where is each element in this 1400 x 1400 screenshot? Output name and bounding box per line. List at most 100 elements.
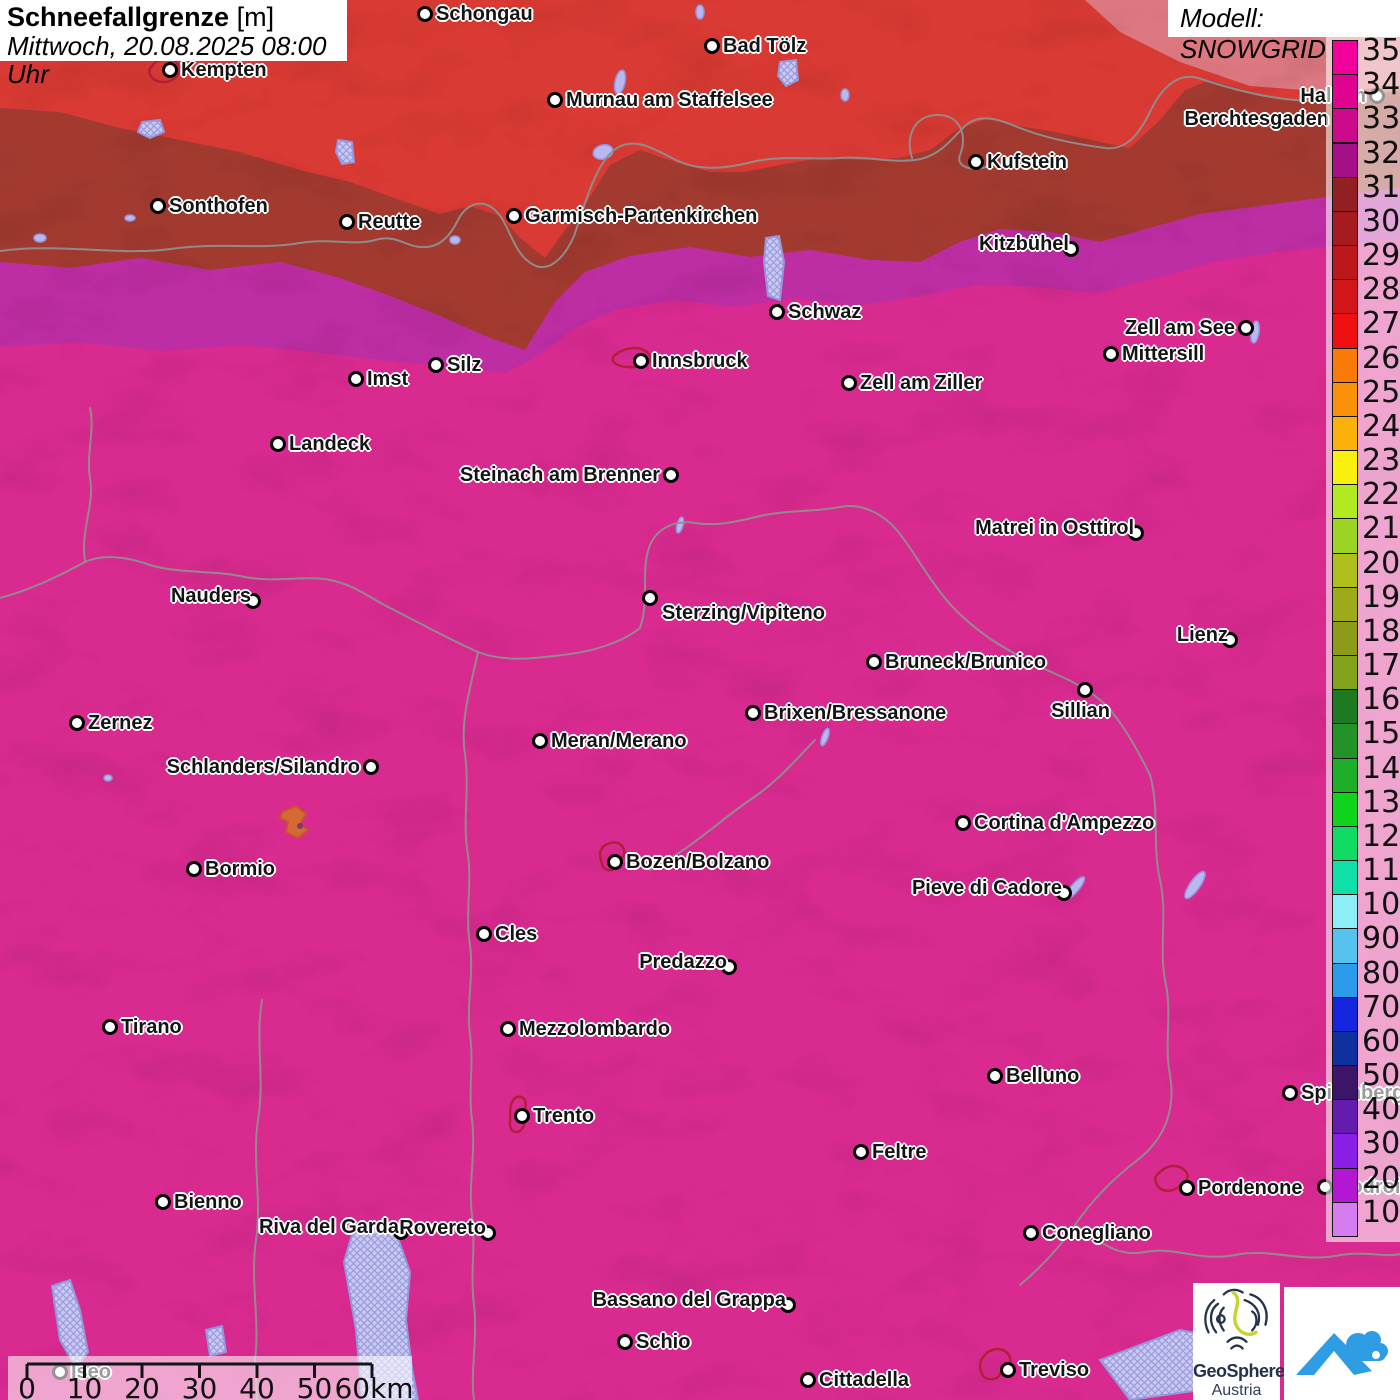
legend-value: 3000 (1362, 203, 1400, 239)
city-dot-imst (348, 371, 364, 387)
scalebar-value: 10 (66, 1372, 103, 1400)
city-dot-pordenone (1179, 1180, 1195, 1196)
legend-value: 1100 (1362, 853, 1400, 889)
legend-segment (1332, 825, 1358, 862)
city-dot-tirano (102, 1019, 118, 1035)
scalebar-value: 20 (124, 1372, 160, 1400)
legend-segment (1332, 1201, 1358, 1237)
legend-segment (1332, 894, 1358, 930)
legend-value: 2600 (1362, 340, 1400, 376)
legend-segment (1332, 245, 1358, 281)
city-label: Cles (495, 923, 538, 945)
city-dot-mezzolombardo (500, 1021, 516, 1037)
city-dot-silz (428, 357, 444, 373)
scalebar-value: 30 (181, 1372, 218, 1400)
city-label: Brixen/Bressanone (764, 702, 947, 724)
city-dot-belluno (987, 1068, 1003, 1084)
legend-value: 2800 (1362, 272, 1400, 308)
city-dot-schlanders-silandro (363, 759, 379, 775)
city-label: Meran/Merano (551, 730, 687, 752)
city-dot-bad-t-lz (704, 38, 720, 54)
city-label: Tirano (121, 1016, 182, 1038)
city-label: Schio (636, 1331, 691, 1353)
legend-value: 2200 (1362, 477, 1400, 513)
legend-value: 1000 (1362, 887, 1400, 923)
legend-value: 100 (1362, 1194, 1400, 1230)
city-label: Berchtesgaden (1184, 108, 1330, 130)
city-dot-sonthofen (150, 198, 166, 214)
city-label: Innsbruck (652, 350, 748, 372)
city-dot-schio (617, 1334, 633, 1350)
legend-segment (1332, 450, 1358, 486)
scalebar-value: 60km (334, 1372, 414, 1400)
city-label: Kitzbühel (979, 233, 1069, 255)
legend-segment (1332, 176, 1358, 212)
city-label: Feltre (872, 1141, 927, 1163)
city-dot-schwaz (769, 304, 785, 320)
legend-segment (1332, 757, 1358, 793)
legend-segment (1332, 108, 1358, 144)
city-label: Sterzing/Vipiteno (662, 602, 825, 624)
city-label: Imst (367, 368, 409, 390)
legend-segment (1332, 74, 1358, 110)
city-label: Belluno (1006, 1065, 1080, 1087)
legend-segment (1332, 1133, 1358, 1169)
city-label: Zernez (88, 712, 153, 734)
legend-segment (1332, 723, 1358, 759)
city-dot-conegliano (1023, 1225, 1039, 1241)
legend-value: 3200 (1362, 135, 1400, 171)
legend-value: 1600 (1362, 682, 1400, 718)
city-dot-brixen-bressanone (745, 705, 761, 721)
legend-segment (1332, 552, 1358, 588)
geosphere-contours-icon (1203, 1288, 1268, 1350)
scalebar-value: 0 (18, 1372, 36, 1400)
city-dot-kufstein (968, 154, 984, 170)
geosphere-country: Austria (1211, 1382, 1262, 1399)
city-dot-trento (514, 1108, 530, 1124)
city-dot-innsbruck (633, 353, 649, 369)
city-dot-landeck (270, 436, 286, 452)
city-label: Steinach am Brenner (459, 464, 660, 486)
glacier-mark (297, 823, 303, 829)
legend-value: 3400 (1362, 67, 1400, 103)
legend-segment (1332, 484, 1358, 520)
city-dot-meran-merano (532, 733, 548, 749)
city-label: Landeck (289, 433, 371, 455)
city-label: Bozen/Bolzano (626, 851, 770, 873)
legend-segment (1332, 1167, 1358, 1203)
lake (33, 233, 47, 243)
legend-value: 2700 (1362, 306, 1400, 342)
legend-segment (1332, 860, 1358, 896)
snowline-map: Schongau Bad Tölz Kempten Murnau am Staffel… (0, 0, 1400, 1400)
city-label: Matrei in Osttirol (975, 517, 1134, 539)
city-label: Cittadella (819, 1369, 910, 1391)
title-panel: Schneefallgrenze [m] Mittwoch, 20.08.202… (0, 0, 347, 88)
lake (124, 214, 136, 222)
city-label: Bassano del Grappa (592, 1289, 786, 1311)
city-label: Bad Tölz (723, 35, 807, 57)
legend-value: 2900 (1362, 238, 1400, 274)
legend-segment (1332, 142, 1358, 178)
city-label: Reutte (358, 211, 421, 233)
legend-value: 500 (1362, 1058, 1400, 1094)
city-dot-reutte (339, 214, 355, 230)
legend-segment (1332, 620, 1358, 657)
city-label: Pieve di Cadore (911, 877, 1062, 899)
city-dot-spilimbergo (1282, 1085, 1298, 1101)
city-dot-garmisch-partenkirchen (506, 208, 522, 224)
legend-value: 1700 (1362, 648, 1400, 684)
city-label: Silz (447, 354, 482, 376)
legend-segment (1332, 1065, 1358, 1101)
lake (695, 4, 705, 20)
city-dot-bozen-bolzano (607, 854, 623, 870)
legend-segment (1332, 279, 1358, 315)
city-label: Cortina d'Ampezzo (974, 812, 1155, 834)
city-label: Zell am See (1124, 317, 1235, 339)
lake (762, 234, 786, 302)
city-label: Schlanders/Silandro (166, 756, 360, 778)
city-dot-cortina-d-ampezzo (955, 815, 971, 831)
legend-segment (1332, 1099, 1358, 1135)
geosphere-name: GeoSphere (1193, 1361, 1285, 1381)
city-label: Garmisch-Partenkirchen (525, 205, 758, 227)
legend-segment (1332, 347, 1358, 383)
